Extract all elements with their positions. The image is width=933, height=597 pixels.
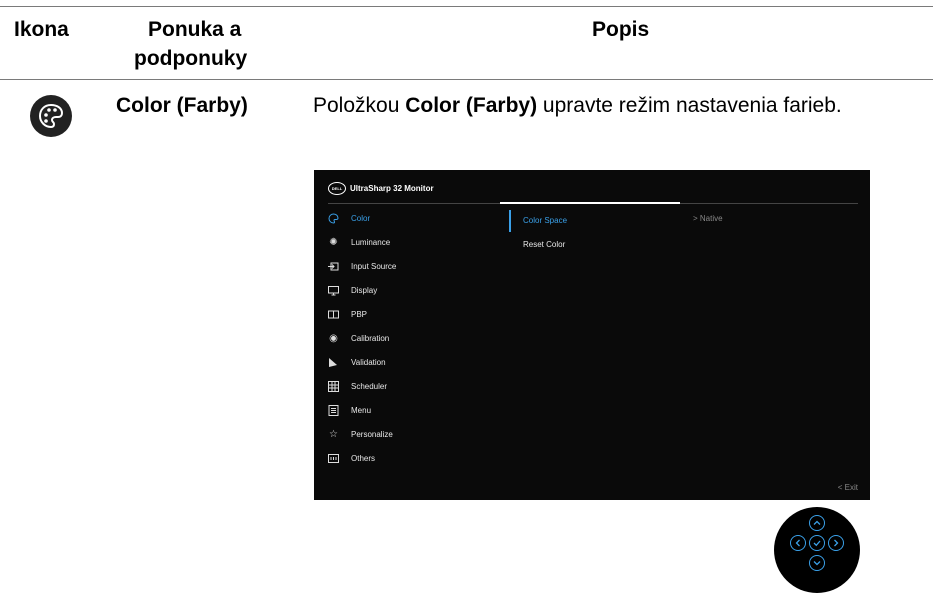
osd-menu-calibration[interactable]: ◉ Calibration bbox=[328, 331, 389, 345]
osd-menu-label: Calibration bbox=[351, 333, 390, 343]
header-menu-line2: podponuky bbox=[134, 47, 248, 70]
osd-exit[interactable]: < Exit bbox=[838, 483, 858, 492]
pbp-icon bbox=[328, 309, 339, 320]
star-icon: ☆ bbox=[329, 428, 338, 440]
desc-suffix: upravte režim nastavenia farieb. bbox=[537, 94, 842, 117]
osd-menu-color[interactable]: Color bbox=[328, 211, 370, 225]
header-description: Popis bbox=[592, 18, 650, 41]
osd-menu-label: Color bbox=[351, 213, 371, 223]
osd-menu-personalize[interactable]: ☆ Personalize bbox=[328, 427, 393, 441]
palette-icon bbox=[30, 95, 72, 137]
osd-menu-display[interactable]: Display bbox=[328, 283, 377, 297]
validation-icon bbox=[328, 357, 339, 368]
osd-menu-label: Others bbox=[351, 453, 376, 463]
others-icon bbox=[328, 453, 339, 464]
osd-submenu-color-space[interactable]: Color Space bbox=[523, 213, 567, 227]
joystick-control bbox=[774, 507, 860, 593]
osd-menu-label: Scheduler bbox=[351, 381, 388, 391]
osd-menu-label: Luminance bbox=[351, 237, 391, 247]
osd-menu-others[interactable]: Others bbox=[328, 451, 375, 465]
osd-menu-label: PBP bbox=[351, 309, 368, 319]
top-rule bbox=[0, 6, 933, 7]
osd-menu-pbp[interactable]: PBP bbox=[328, 307, 367, 321]
joystick-down-button[interactable] bbox=[809, 555, 825, 571]
osd-value-native: > Native bbox=[693, 214, 723, 223]
calibration-icon: ◉ bbox=[329, 332, 338, 344]
osd-title: UltraSharp 32 Monitor bbox=[350, 184, 434, 193]
osd-menu-label: Menu bbox=[351, 405, 372, 415]
joystick-ok-button[interactable] bbox=[809, 535, 825, 551]
joystick-up-button[interactable] bbox=[809, 515, 825, 531]
submenu-selection-bar bbox=[509, 210, 511, 232]
osd-panel: DELL UltraSharp 32 Monitor Color ✺ Lumin… bbox=[314, 170, 870, 500]
menu-name: Color (Farby) bbox=[116, 94, 248, 117]
header-rule bbox=[0, 79, 933, 80]
header-menu-line1: Ponuka a bbox=[148, 18, 242, 41]
brightness-icon: ✺ bbox=[329, 236, 338, 248]
palette-icon bbox=[328, 212, 339, 224]
desc-bold: Color (Farby) bbox=[405, 94, 538, 117]
joystick-right-button[interactable] bbox=[828, 535, 844, 551]
header-icon: Ikona bbox=[14, 18, 69, 41]
osd-menu-label: Display bbox=[351, 285, 378, 295]
joystick-left-button[interactable] bbox=[790, 535, 806, 551]
menu-icon bbox=[328, 404, 339, 416]
input-source-icon bbox=[328, 261, 339, 272]
osd-menu-luminance[interactable]: ✺ Luminance bbox=[328, 235, 390, 249]
scheduler-icon bbox=[328, 380, 339, 392]
osd-menu-validation[interactable]: Validation bbox=[328, 355, 386, 369]
osd-top-highlight bbox=[500, 202, 680, 204]
osd-menu-input-source[interactable]: Input Source bbox=[328, 259, 396, 273]
osd-submenu-reset-color[interactable]: Reset Color bbox=[523, 237, 565, 251]
description-text: Položkou Color (Farby) upravte režim nas… bbox=[313, 92, 903, 120]
dell-logo: DELL bbox=[328, 182, 346, 195]
osd-menu-label: Personalize bbox=[351, 429, 393, 439]
osd-menu-scheduler[interactable]: Scheduler bbox=[328, 379, 387, 393]
osd-menu-label: Validation bbox=[351, 357, 386, 367]
display-icon bbox=[328, 285, 339, 296]
osd-menu-label: Input Source bbox=[351, 261, 397, 271]
desc-prefix: Položkou bbox=[313, 94, 406, 117]
osd-menu-menu[interactable]: Menu bbox=[328, 403, 371, 417]
